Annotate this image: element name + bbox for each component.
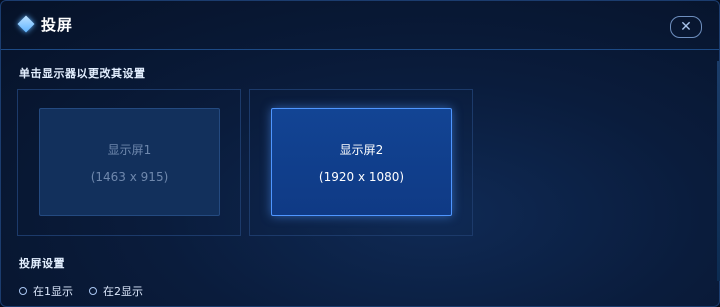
display-2-container: 显示屏2 (1920 x 1080) [249,89,473,236]
dialog-header: 投屏 ✕ [1,1,719,50]
close-button[interactable]: ✕ [670,16,702,38]
radio-circle-icon[interactable] [89,287,97,295]
diamond-icon [17,15,35,33]
radio-option-label: 在2显示 [103,285,143,298]
projection-options: 在1显示 在2显示 [19,283,159,299]
display-1-button[interactable]: 显示屏1 (1463 x 915) [39,108,220,216]
radio-option-display-1[interactable]: 在1显示 [19,283,73,299]
projection-dialog: 投屏 ✕ 单击显示器以更改其设置 显示屏1 (1463 x 915) 显示屏2 … [0,0,720,307]
display-2-name: 显示屏2 [339,142,384,157]
display-1-resolution: (1463 x 915) [90,169,169,184]
dialog-title: 投屏 [41,16,74,34]
display-2-button[interactable]: 显示屏2 (1920 x 1080) [271,108,452,216]
display-1-container: 显示屏1 (1463 x 915) [17,89,241,236]
display-1-name: 显示屏1 [107,142,152,157]
projection-settings-label: 投屏设置 [19,257,65,270]
close-icon: ✕ [680,19,692,35]
display-hint: 单击显示器以更改其设置 [19,67,146,80]
radio-circle-icon[interactable] [19,287,27,295]
radio-option-display-2[interactable]: 在2显示 [89,283,143,299]
radio-option-label: 在1显示 [33,285,73,298]
display-2-resolution: (1920 x 1080) [318,169,405,184]
